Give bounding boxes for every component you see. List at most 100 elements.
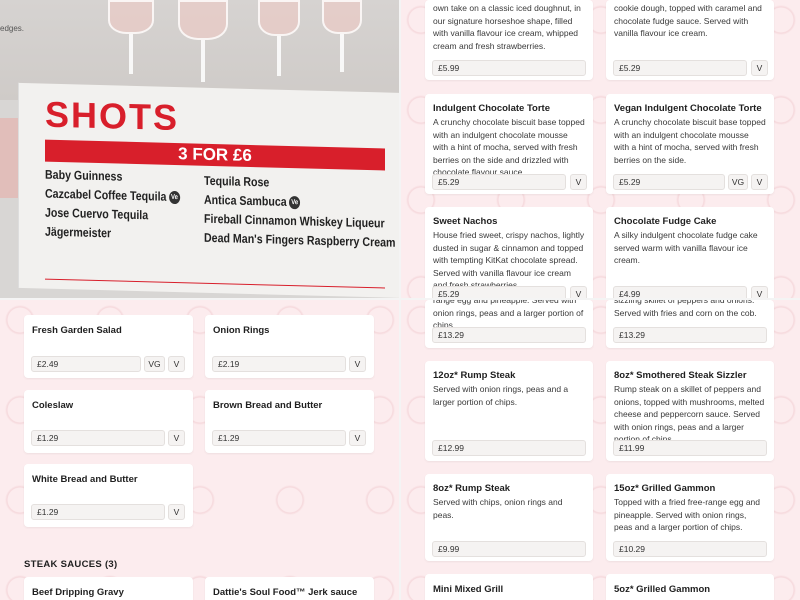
menu-item-card[interactable]: range egg and pineapple. Served with oni… <box>425 300 593 348</box>
wine-glass-graphic <box>108 0 154 34</box>
price-field: £12.99 <box>432 440 586 456</box>
item-description: House fried sweet, crispy nachos, lightl… <box>433 230 585 290</box>
item-description: Served with chips, onion rings and peas. <box>433 497 563 520</box>
menu-item-card[interactable]: cookie dough, topped with caramel and ch… <box>606 0 774 80</box>
item-title: 8oz* Rump Steak <box>433 483 511 494</box>
price-field: £10.29 <box>613 541 767 557</box>
vegetarian-tag: V <box>570 286 587 298</box>
price-field: £5.29 <box>613 174 725 190</box>
glass-stem-graphic <box>340 34 344 72</box>
menu-item-card[interactable]: Chocolate Fudge Cake A silky indulgent c… <box>606 207 774 298</box>
price-field: £1.29 <box>31 430 165 446</box>
item-title: Mini Mixed Grill <box>433 584 504 595</box>
price-field: £5.29 <box>432 286 566 298</box>
item-description: A silky indulgent chocolate fudge cake s… <box>614 230 758 265</box>
menu-item-card[interactable]: Dattie's Soul Food™ Jerk sauce <box>205 577 374 600</box>
menu-item-card[interactable]: Coleslaw £1.29 V <box>24 390 193 453</box>
item-title: White Bread and Butter <box>32 474 138 485</box>
item-description: sizzling skillet of peppers and onions. … <box>614 300 757 318</box>
sides-panel: Fresh Garden Salad £2.49 VG V Onion Ring… <box>0 300 399 600</box>
red-rule <box>45 278 385 289</box>
vegan-badge-icon: Ve <box>168 191 181 205</box>
item-description: Served with onion rings, peas and a larg… <box>433 384 569 407</box>
quadrant-divider <box>0 298 800 300</box>
vegetarian-tag: V <box>349 430 366 446</box>
item-description: cookie dough, topped with caramel and ch… <box>614 3 762 38</box>
shots-offer-banner: 3 FOR £6 <box>45 139 385 171</box>
item-title: Vegan Indulgent Chocolate Torte <box>614 103 762 114</box>
vegetarian-tag: V <box>168 504 185 520</box>
price-field: £13.29 <box>613 327 767 343</box>
desserts-panel: own take on a classic iced doughnut, in … <box>401 0 800 298</box>
item-title: 12oz* Rump Steak <box>433 370 516 381</box>
price-field: £1.29 <box>31 504 165 520</box>
vegetarian-tag: V <box>570 174 587 190</box>
item-description: A crunchy chocolate biscuit base topped … <box>433 117 585 177</box>
menu-item-card[interactable]: Brown Bread and Butter £1.29 V <box>205 390 374 453</box>
menu-item-card[interactable]: Mini Mixed Grill <box>425 574 593 600</box>
item-title: Brown Bread and Butter <box>213 400 323 411</box>
price-field: £5.29 <box>432 174 566 190</box>
item-title: Indulgent Chocolate Torte <box>433 103 550 114</box>
printed-menu: SHOTS 3 FOR £6 Baby Guinness Cazcabel Co… <box>18 82 399 298</box>
item-title: Onion Rings <box>213 325 270 336</box>
menu-item-card[interactable]: White Bread and Butter £1.29 V <box>24 464 193 527</box>
menu-item-card[interactable]: 8oz* Smothered Steak Sizzler Rump steak … <box>606 361 774 461</box>
item-title: 8oz* Smothered Steak Sizzler <box>614 370 747 381</box>
section-heading: STEAK SAUCES (3) <box>24 559 118 570</box>
glass-stem-graphic <box>129 34 133 74</box>
wine-glass-graphic <box>258 0 300 36</box>
quadrant-divider <box>399 0 401 600</box>
price-field: £11.99 <box>613 440 767 456</box>
edges-text: edges. <box>0 24 25 33</box>
wine-glass-graphic <box>322 0 362 34</box>
shots-left-column: Baby Guinness Cazcabel Coffee Tequila Ve … <box>45 168 204 250</box>
menu-item-card[interactable]: 8oz* Rump Steak Served with chips, onion… <box>425 474 593 561</box>
menu-item-card[interactable]: 5oz* Grilled Gammon <box>606 574 774 600</box>
menu-item-card[interactable]: sizzling skillet of peppers and onions. … <box>606 300 774 348</box>
menu-item-card[interactable]: Vegan Indulgent Chocolate Torte A crunch… <box>606 94 774 194</box>
vegetarian-tag: V <box>751 286 768 298</box>
price-field: £1.29 <box>212 430 346 446</box>
vegetarian-tag: V <box>168 356 185 372</box>
item-title: Beef Dripping Gravy <box>32 587 124 598</box>
menu-item-card[interactable]: Indulgent Chocolate Torte A crunchy choc… <box>425 94 593 194</box>
price-field: £4.99 <box>613 286 747 298</box>
wine-glass-graphic <box>178 0 228 40</box>
menu-item-card[interactable]: 12oz* Rump Steak Served with onion rings… <box>425 361 593 461</box>
menu-item-card[interactable]: Fresh Garden Salad £2.49 VG V <box>24 315 193 378</box>
menu-item-card[interactable]: Onion Rings £2.19 V <box>205 315 374 378</box>
item-title: Coleslaw <box>32 400 74 411</box>
item-title: 5oz* Grilled Gammon <box>614 584 711 595</box>
menu-item-card[interactable]: 15oz* Grilled Gammon Topped with a fried… <box>606 474 774 561</box>
item-title: Fresh Garden Salad <box>32 325 122 336</box>
vegan-tag: VG <box>144 356 165 372</box>
price-field: £13.29 <box>432 327 586 343</box>
item-description: Rump steak on a skillet of peppers and o… <box>614 384 765 444</box>
menu-item-card[interactable]: Sweet Nachos House fried sweet, crispy n… <box>425 207 593 298</box>
glass-stem-graphic <box>277 36 281 76</box>
vegetarian-tag: V <box>349 356 366 372</box>
item-title: Dattie's Soul Food™ Jerk sauce <box>213 587 358 598</box>
shots-menu-photo: edges. SHOTS 3 FOR £6 Baby Guinness Cazc… <box>0 0 399 298</box>
item-title: 15oz* Grilled Gammon <box>614 483 716 494</box>
vegan-tag: VG <box>728 174 748 190</box>
shot-glass-graphic <box>0 118 20 198</box>
menu-item-card[interactable]: Beef Dripping Gravy <box>24 577 193 600</box>
price-field: £5.29 <box>613 60 747 76</box>
vegetarian-tag: V <box>168 430 185 446</box>
price-field: £9.99 <box>432 541 586 557</box>
grills-panel: range egg and pineapple. Served with oni… <box>401 300 800 600</box>
price-field: £2.19 <box>212 356 346 372</box>
vegetarian-tag: V <box>751 174 768 190</box>
menu-item-card[interactable]: own take on a classic iced doughnut, in … <box>425 0 593 80</box>
shots-right-column: Tequila Rose Antica Sambuca Ve Fireball C… <box>204 172 399 256</box>
shot-item: Dead Man's Fingers Raspberry Cream <box>203 230 396 250</box>
item-description: own take on a classic iced doughnut, in … <box>433 3 581 51</box>
glass-stem-graphic <box>201 40 205 82</box>
vegetarian-tag: V <box>751 60 768 76</box>
item-title: Chocolate Fudge Cake <box>614 216 717 227</box>
shot-item: Jägermeister <box>45 224 112 241</box>
shots-title: SHOTS <box>45 93 180 139</box>
price-field: £5.99 <box>432 60 586 76</box>
